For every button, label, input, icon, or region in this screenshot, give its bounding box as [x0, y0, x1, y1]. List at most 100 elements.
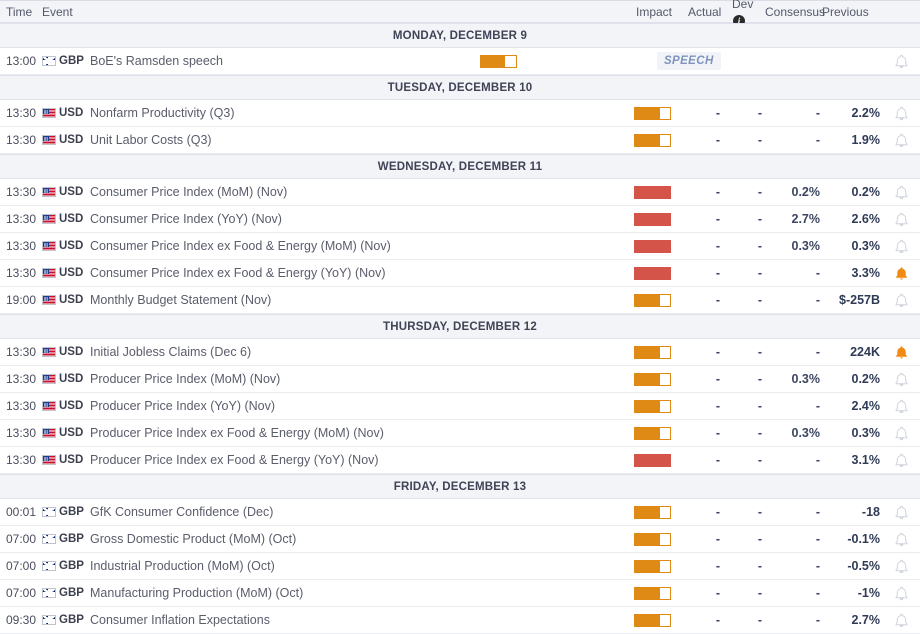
event-name[interactable]: Industrial Production (MoM) (Oct): [88, 559, 632, 573]
impact-bar-high: [634, 454, 671, 467]
alert-cell[interactable]: [882, 345, 920, 360]
table-row[interactable]: 13:30USDUnit Labor Costs (Q3)---1.9%: [0, 127, 920, 154]
event-name[interactable]: Consumer Price Index (YoY) (Nov): [88, 212, 632, 226]
bell-icon[interactable]: [895, 399, 908, 414]
table-row[interactable]: 13:30USDProducer Price Index ex Food & E…: [0, 447, 920, 474]
event-name[interactable]: Unit Labor Costs (Q3): [88, 133, 632, 147]
event-name[interactable]: Manufacturing Production (MoM) (Oct): [88, 586, 632, 600]
event-name[interactable]: GfK Consumer Confidence (Dec): [88, 505, 632, 519]
event-name[interactable]: Producer Price Index ex Food & Energy (Y…: [88, 453, 632, 467]
impact-cell[interactable]: [478, 55, 530, 68]
alert-cell[interactable]: [882, 212, 920, 227]
impact-cell[interactable]: [632, 373, 684, 386]
alert-cell[interactable]: [882, 559, 920, 574]
bell-icon[interactable]: [895, 453, 908, 468]
impact-cell[interactable]: [632, 346, 684, 359]
table-row[interactable]: 19:00USDMonthly Budget Statement (Nov)--…: [0, 287, 920, 314]
alert-cell[interactable]: [882, 505, 920, 520]
alert-cell[interactable]: [882, 586, 920, 601]
alert-cell[interactable]: [882, 239, 920, 254]
deviation-value: -: [728, 505, 768, 519]
alert-cell[interactable]: [882, 293, 920, 308]
previous-value: $-257B: [826, 293, 882, 307]
bell-icon[interactable]: [895, 239, 908, 254]
table-row[interactable]: 13:30USDProducer Price Index ex Food & E…: [0, 420, 920, 447]
table-row[interactable]: 13:00GBPBoE's Ramsden speechSPEECH: [0, 48, 920, 75]
bell-icon[interactable]: [895, 133, 908, 148]
event-name[interactable]: Producer Price Index ex Food & Energy (M…: [88, 426, 632, 440]
event-name[interactable]: Consumer Price Index ex Food & Energy (Y…: [88, 266, 632, 280]
alert-cell[interactable]: [882, 399, 920, 414]
alert-cell[interactable]: [882, 106, 920, 121]
table-row[interactable]: 00:01GBPGfK Consumer Confidence (Dec)---…: [0, 499, 920, 526]
impact-cell[interactable]: [632, 614, 684, 627]
impact-cell[interactable]: [632, 533, 684, 546]
bell-icon[interactable]: [895, 532, 908, 547]
table-row[interactable]: 09:30GBPConsumer Inflation Expectations-…: [0, 607, 920, 634]
event-name[interactable]: Consumer Inflation Expectations: [88, 613, 632, 627]
impact-cell[interactable]: [632, 267, 684, 280]
day-header: TUESDAY, DECEMBER 10: [0, 75, 920, 100]
event-name[interactable]: Producer Price Index (YoY) (Nov): [88, 399, 632, 413]
event-name[interactable]: Nonfarm Productivity (Q3): [88, 106, 632, 120]
impact-cell[interactable]: [632, 240, 684, 253]
bell-active-icon[interactable]: [895, 345, 908, 360]
table-row[interactable]: 13:30USDConsumer Price Index ex Food & E…: [0, 233, 920, 260]
bell-icon[interactable]: [895, 54, 908, 69]
alert-cell[interactable]: [882, 426, 920, 441]
bell-icon[interactable]: [895, 505, 908, 520]
impact-cell[interactable]: [632, 107, 684, 120]
event-name[interactable]: Consumer Price Index (MoM) (Nov): [88, 185, 632, 199]
table-row[interactable]: 13:30USDNonfarm Productivity (Q3)---2.2%: [0, 100, 920, 127]
column-header-consensus[interactable]: Consensus: [758, 5, 822, 19]
table-row[interactable]: 13:30USDConsumer Price Index (YoY) (Nov)…: [0, 206, 920, 233]
bell-icon[interactable]: [895, 372, 908, 387]
event-name[interactable]: Gross Domestic Product (MoM) (Oct): [88, 532, 632, 546]
impact-cell[interactable]: [632, 506, 684, 519]
event-name[interactable]: BoE's Ramsden speech: [88, 54, 478, 68]
bell-icon[interactable]: [895, 559, 908, 574]
impact-cell[interactable]: [632, 213, 684, 226]
table-row[interactable]: 13:30USDProducer Price Index (MoM) (Nov)…: [0, 366, 920, 393]
column-header-previous[interactable]: Previous: [822, 5, 882, 19]
impact-cell[interactable]: [632, 134, 684, 147]
bell-icon[interactable]: [895, 426, 908, 441]
impact-cell[interactable]: [632, 454, 684, 467]
table-row[interactable]: 07:00GBPIndustrial Production (MoM) (Oct…: [0, 553, 920, 580]
bell-icon[interactable]: [895, 293, 908, 308]
event-name[interactable]: Monthly Budget Statement (Nov): [88, 293, 632, 307]
event-name[interactable]: Producer Price Index (MoM) (Nov): [88, 372, 632, 386]
impact-cell[interactable]: [632, 560, 684, 573]
bell-icon[interactable]: [895, 586, 908, 601]
table-row[interactable]: 13:30USDConsumer Price Index ex Food & E…: [0, 260, 920, 287]
impact-cell[interactable]: [632, 294, 684, 307]
table-row[interactable]: 07:00GBPGross Domestic Product (MoM) (Oc…: [0, 526, 920, 553]
event-name[interactable]: Consumer Price Index ex Food & Energy (M…: [88, 239, 632, 253]
event-name[interactable]: Initial Jobless Claims (Dec 6): [88, 345, 632, 359]
impact-cell[interactable]: [632, 587, 684, 600]
alert-cell[interactable]: [882, 133, 920, 148]
alert-cell[interactable]: [882, 372, 920, 387]
impact-cell[interactable]: [632, 427, 684, 440]
alert-cell[interactable]: [882, 185, 920, 200]
alert-cell[interactable]: [882, 532, 920, 547]
column-header-actual[interactable]: Actual: [688, 5, 732, 19]
column-header-event[interactable]: Event: [42, 5, 636, 19]
alert-cell[interactable]: [882, 266, 920, 281]
bell-icon[interactable]: [895, 185, 908, 200]
bell-active-icon[interactable]: [895, 266, 908, 281]
bell-icon[interactable]: [895, 212, 908, 227]
alert-cell[interactable]: [882, 453, 920, 468]
table-row[interactable]: 07:00GBPManufacturing Production (MoM) (…: [0, 580, 920, 607]
column-header-impact[interactable]: Impact: [636, 5, 688, 19]
alert-cell[interactable]: [882, 613, 920, 628]
impact-cell[interactable]: [632, 186, 684, 199]
alert-cell[interactable]: [882, 54, 920, 69]
impact-cell[interactable]: [632, 400, 684, 413]
table-row[interactable]: 13:30USDInitial Jobless Claims (Dec 6)--…: [0, 339, 920, 366]
bell-icon[interactable]: [895, 613, 908, 628]
column-header-time[interactable]: Time: [0, 5, 42, 19]
table-row[interactable]: 13:30USDConsumer Price Index (MoM) (Nov)…: [0, 179, 920, 206]
table-row[interactable]: 13:30USDProducer Price Index (YoY) (Nov)…: [0, 393, 920, 420]
bell-icon[interactable]: [895, 106, 908, 121]
